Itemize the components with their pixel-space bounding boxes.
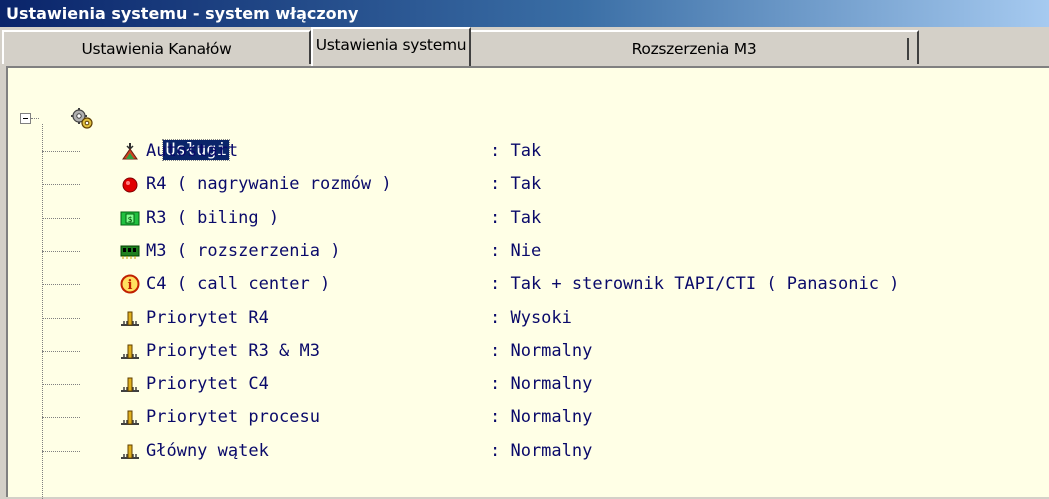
extension-card-icon (120, 241, 140, 261)
tree-item-value: : Nie (490, 240, 542, 261)
svg-text:i: i (128, 278, 133, 293)
tab-label: Ustawienia systemu (315, 36, 467, 54)
window-title-bar[interactable]: Ustawienia systemu - system włączony (0, 0, 1049, 27)
priority-icon (120, 341, 140, 361)
tree-connector (42, 124, 43, 499)
tree-item-label[interactable]: Priorytet procesu (146, 402, 320, 432)
billing-icon: $ (120, 208, 140, 228)
tree-item-label[interactable]: Priorytet R3 & M3 (146, 336, 320, 366)
priority-icon (120, 407, 140, 427)
tree-connector (42, 284, 80, 286)
tab-label: Rozszerzenia M3 (631, 40, 757, 58)
tree-connector (42, 317, 80, 319)
tree-connector (42, 450, 80, 452)
tree-item-label[interactable]: R4 ( nagrywanie rozmów ) (146, 169, 392, 199)
tree-connector (42, 384, 80, 386)
tree-item-label[interactable]: Priorytet R4 (146, 303, 269, 333)
tree-item-value: : Normalny (490, 374, 593, 395)
services-tree-panel[interactable]: Usługi Autostart : Tak R4 ( nagrywanie roz… (6, 66, 1049, 499)
tree-item-value: : Tak (490, 174, 542, 195)
tree-item-label[interactable]: Główny wątek (146, 436, 269, 466)
tree-item-value: : Normalny (490, 340, 593, 361)
tree-item-value: : Tak + sterownik TAPI/CTI ( Panasonic ) (490, 274, 900, 295)
tree-connector (42, 417, 80, 419)
tree-connector (42, 217, 80, 219)
tree-item-label[interactable]: Priorytet C4 (146, 369, 269, 399)
tree-connector (42, 350, 80, 352)
priority-icon (120, 374, 140, 394)
tab-m3-extensions[interactable]: Rozszerzenia M3 (471, 30, 919, 64)
autostart-icon (120, 141, 140, 161)
priority-icon (120, 308, 140, 328)
tree-item-value: : Wysoki (490, 307, 572, 328)
tree-item-label[interactable]: Autostart (146, 136, 238, 166)
tab-channel-settings[interactable]: Ustawienia Kanałów (2, 30, 311, 64)
gears-icon (71, 108, 93, 129)
info-icon: i (120, 274, 140, 294)
window-title: Ustawienia systemu - system włączony (6, 4, 359, 23)
services-tree[interactable]: Usługi Autostart : Tak R4 ( nagrywanie roz… (8, 68, 1049, 499)
tree-connector (42, 184, 80, 186)
priority-icon (120, 441, 140, 461)
tree-connector (42, 250, 80, 252)
tab-system-settings[interactable]: Ustawienia systemu (311, 27, 471, 66)
svg-text:$: $ (128, 215, 133, 224)
tree-root-services[interactable]: Usługi (102, 105, 230, 161)
tab-label: Ustawienia Kanałów (81, 40, 232, 58)
record-icon (120, 174, 140, 194)
tree-item-label[interactable]: C4 ( call center ) (146, 269, 330, 299)
tree-item-value: : Tak (490, 141, 542, 161)
tree-item-label[interactable]: M3 ( rozszerzenia ) (146, 236, 340, 266)
tree-item-value: : Normalny (490, 407, 593, 428)
collapse-toggle[interactable] (20, 113, 31, 124)
tab-strip: Ustawienia Kanałów Ustawienia systemu Ro… (0, 27, 1049, 66)
tab-divider (907, 38, 909, 60)
tree-item-label[interactable]: R3 ( biling ) (146, 203, 279, 233)
tree-item-value: : Normalny (490, 440, 593, 461)
tree-connector (42, 151, 80, 152)
tree-connector (31, 118, 39, 119)
tree-item-value: : Tak (490, 207, 542, 228)
